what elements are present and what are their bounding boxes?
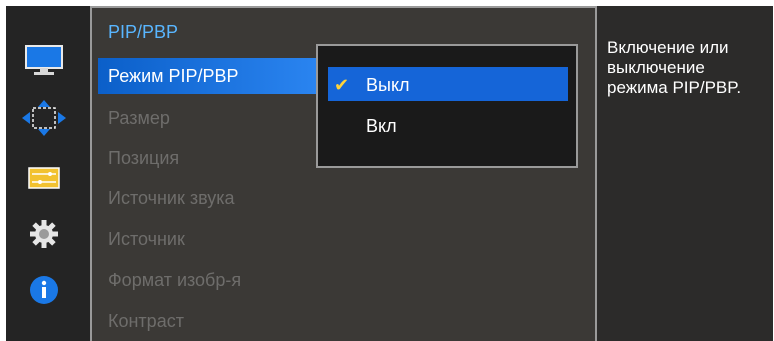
menu-item-pip-pbp-mode[interactable]: Режим PIP/PBP <box>108 66 239 87</box>
resize-arrows-icon[interactable] <box>22 100 66 136</box>
menu-item-position[interactable]: Позиция <box>108 148 179 169</box>
option-popup <box>316 44 578 168</box>
menu-title: PIP/PBP <box>108 22 179 42</box>
check-icon: ✔ <box>334 75 350 95</box>
menu-item-source[interactable]: Источник <box>108 229 185 250</box>
menu-item-sound-source[interactable]: Источник звука <box>108 188 235 209</box>
info-icon[interactable] <box>22 272 66 308</box>
option-highlight <box>328 67 568 101</box>
display-icon[interactable] <box>22 42 66 78</box>
option-off[interactable]: Выкл <box>366 75 410 96</box>
menu-item-image-format[interactable]: Формат изобр-я <box>108 270 241 291</box>
menu-item-contrast[interactable]: Контраст <box>108 311 184 332</box>
option-on[interactable]: Вкл <box>366 116 397 137</box>
menu-item-size[interactable]: Размер <box>108 108 170 129</box>
sliders-icon[interactable] <box>22 160 66 196</box>
gear-icon[interactable] <box>22 216 66 252</box>
help-text: Включение или выключение режима PIP/PBP. <box>607 38 742 97</box>
